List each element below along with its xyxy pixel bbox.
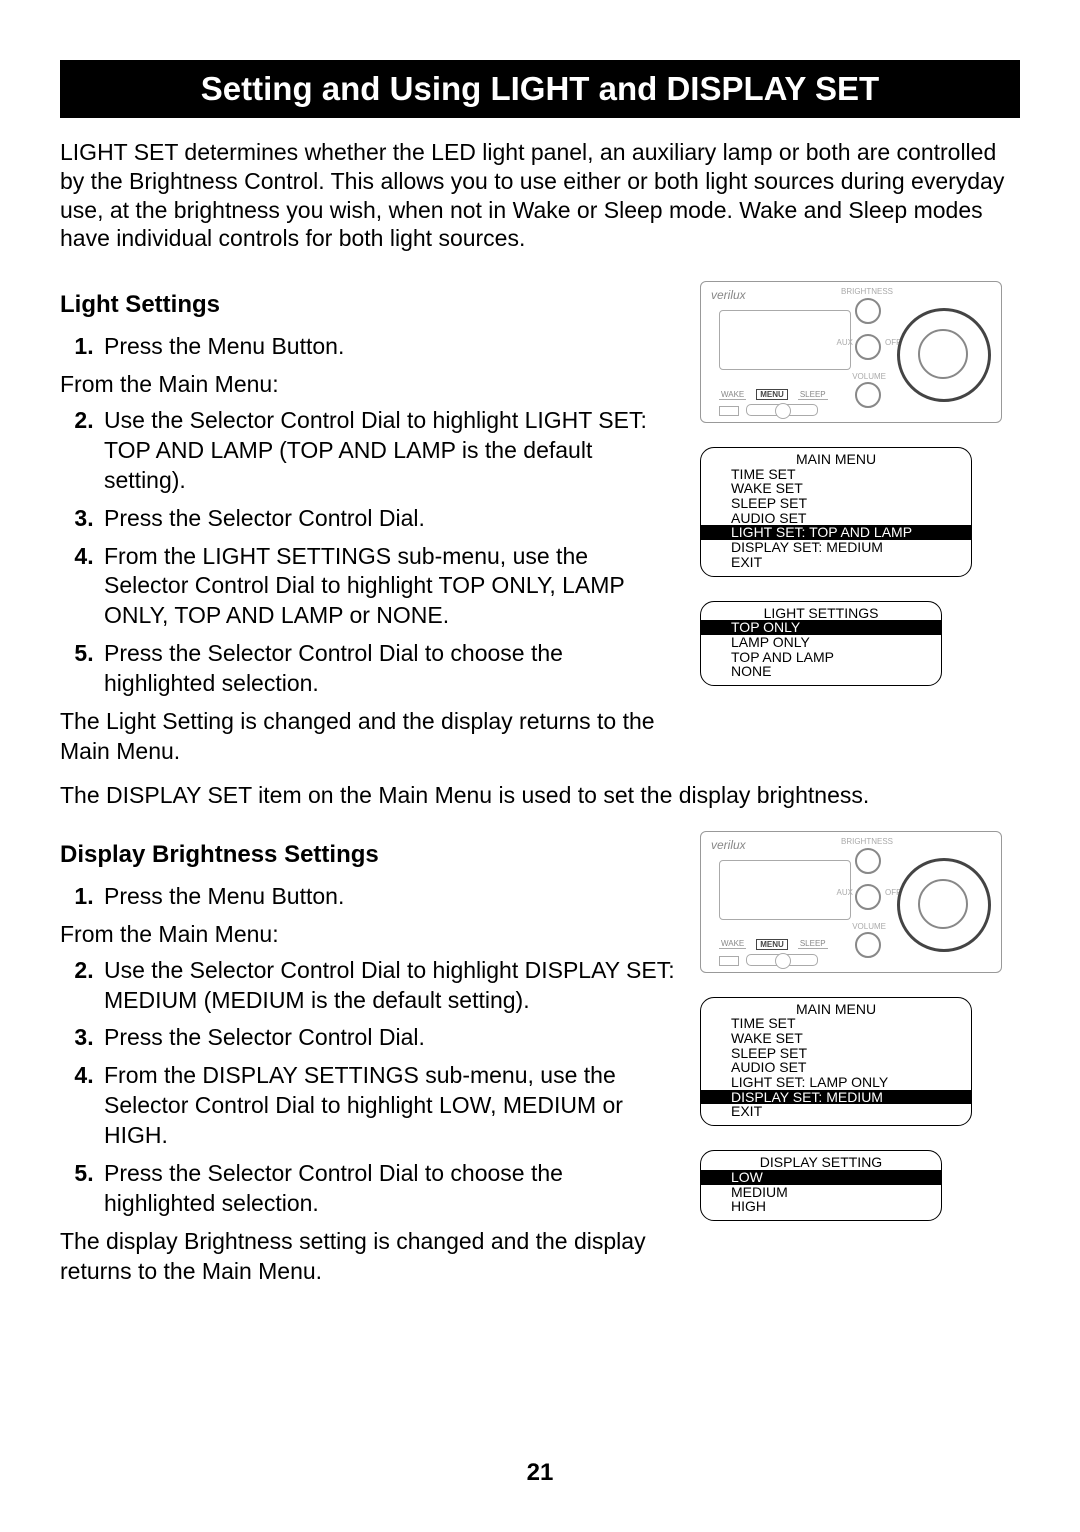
- cd-slot-icon: [719, 406, 739, 416]
- light-step-2: Use the Selector Control Dial to highlig…: [100, 406, 675, 496]
- device-brand: verilux: [711, 288, 746, 302]
- selector-dial-icon: [897, 858, 991, 952]
- display-step-4: From the DISPLAY SETTINGS sub-menu, use …: [100, 1061, 675, 1151]
- light-from-main: From the Main Menu:: [60, 370, 675, 400]
- section-title: Setting and Using LIGHT and DISPLAY SET: [60, 60, 1020, 118]
- display-settings-heading: Display Brightness Settings: [60, 839, 675, 870]
- menu-item: NONE: [731, 664, 911, 679]
- menu-item: MEDIUM: [731, 1185, 911, 1200]
- light-result-1: The Light Setting is changed and the dis…: [60, 707, 675, 767]
- menu-item: DISPLAY SET: MEDIUM: [701, 1090, 971, 1105]
- slider-icon: [746, 954, 818, 966]
- page-number: 21: [0, 1459, 1080, 1487]
- display-step-2: Use the Selector Control Dial to highlig…: [100, 956, 675, 1016]
- brightness-label: BRIGHTNESS: [841, 837, 893, 846]
- aux-label: AUX: [837, 888, 853, 897]
- light-step-1: Press the Menu Button.: [100, 332, 675, 362]
- device-brand: verilux: [711, 838, 746, 852]
- menu-item: TIME SET: [731, 467, 941, 482]
- light-step-3: Press the Selector Control Dial.: [100, 504, 675, 534]
- wake-button-label: WAKE: [719, 390, 746, 400]
- device-buttons: WAKE MENU SLEEP: [719, 939, 828, 950]
- menu-item: EXIT: [731, 1104, 941, 1119]
- device-buttons: WAKE MENU SLEEP: [719, 389, 828, 400]
- device-screen: [719, 860, 851, 920]
- menu-item: LOW: [701, 1170, 941, 1185]
- menu-item: TIME SET: [731, 1016, 941, 1031]
- wake-button-label: WAKE: [719, 939, 746, 949]
- volume-knob-icon: [855, 382, 881, 408]
- menu-item: LAMP ONLY: [731, 635, 911, 650]
- display-step-1: Press the Menu Button.: [100, 882, 675, 912]
- intro-paragraph: LIGHT SET determines whether the LED lig…: [60, 138, 1020, 253]
- menu-item: TOP ONLY: [701, 620, 941, 635]
- selector-dial-icon: [897, 308, 991, 402]
- menu-title: LIGHT SETTINGS: [731, 606, 911, 621]
- light-step-5: Press the Selector Control Dial to choos…: [100, 639, 675, 699]
- menu-item: EXIT: [731, 555, 941, 570]
- menu-item: AUDIO SET: [731, 511, 941, 526]
- brightness-knob-icon: [855, 848, 881, 874]
- menu-item: LIGHT SET: TOP AND LAMP: [701, 525, 971, 540]
- display-set-note: The DISPLAY SET item on the Main Menu is…: [60, 781, 1020, 811]
- light-step-4: From the LIGHT SETTINGS sub-menu, use th…: [100, 542, 675, 632]
- menu-title: MAIN MENU: [731, 452, 941, 467]
- volume-knob-icon: [855, 932, 881, 958]
- device-diagram-2: verilux WAKE MENU SLEEP BRIGHTNESS AUX O…: [700, 831, 1002, 973]
- display-step-3: Press the Selector Control Dial.: [100, 1023, 675, 1053]
- menu-item: WAKE SET: [731, 481, 941, 496]
- display-step-5: Press the Selector Control Dial to choos…: [100, 1159, 675, 1219]
- aux-label: AUX: [837, 338, 853, 347]
- menu-title: DISPLAY SETTING: [731, 1155, 911, 1170]
- menu-item: AUDIO SET: [731, 1060, 941, 1075]
- display-setting-submenu: DISPLAY SETTINGLOWMEDIUMHIGH: [700, 1150, 942, 1221]
- menu-item: SLEEP SET: [731, 1046, 941, 1061]
- menu-item: SLEEP SET: [731, 496, 941, 511]
- menu-button-label: MENU: [756, 389, 788, 400]
- sleep-button-label: SLEEP: [798, 390, 828, 400]
- device-diagram-1: verilux WAKE MENU SLEEP BRIGHTNESS AUX O…: [700, 281, 1002, 423]
- slider-icon: [746, 404, 818, 416]
- menu-item: HIGH: [731, 1199, 911, 1214]
- main-menu-light: MAIN MENUTIME SETWAKE SETSLEEP SETAUDIO …: [700, 447, 972, 577]
- volume-label: VOLUME: [852, 922, 886, 931]
- main-menu-display: MAIN MENUTIME SETWAKE SETSLEEP SETAUDIO …: [700, 997, 972, 1127]
- menu-item: DISPLAY SET: MEDIUM: [731, 540, 941, 555]
- menu-item: WAKE SET: [731, 1031, 941, 1046]
- light-settings-heading: Light Settings: [60, 289, 675, 320]
- display-result-1: The display Brightness setting is change…: [60, 1227, 675, 1287]
- display-from-main: From the Main Menu:: [60, 920, 675, 950]
- mode-knob-icon: [855, 884, 881, 910]
- device-screen: [719, 310, 851, 370]
- brightness-knob-icon: [855, 298, 881, 324]
- volume-label: VOLUME: [852, 372, 886, 381]
- menu-item: LIGHT SET: LAMP ONLY: [731, 1075, 941, 1090]
- menu-button-label: MENU: [756, 939, 788, 950]
- brightness-label: BRIGHTNESS: [841, 287, 893, 296]
- menu-title: MAIN MENU: [731, 1002, 941, 1017]
- sleep-button-label: SLEEP: [798, 939, 828, 949]
- mode-knob-icon: [855, 334, 881, 360]
- menu-item: TOP AND LAMP: [731, 650, 911, 665]
- light-settings-submenu: LIGHT SETTINGSTOP ONLYLAMP ONLYTOP AND L…: [700, 601, 942, 686]
- cd-slot-icon: [719, 956, 739, 966]
